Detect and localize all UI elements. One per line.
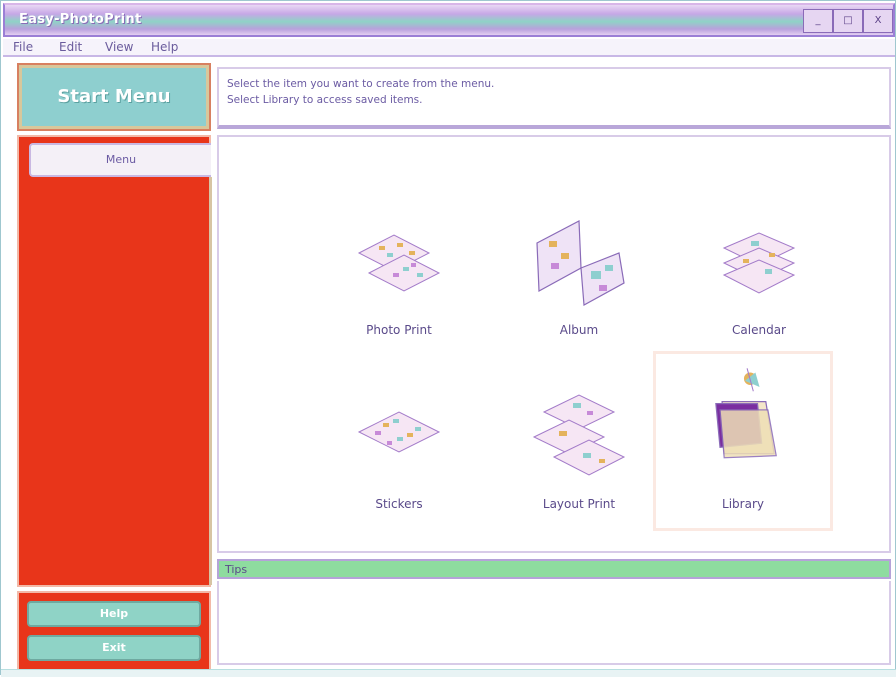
exit-button[interactable]: Exit: [27, 635, 201, 661]
calendar-icon: [722, 232, 796, 294]
title-bar[interactable]: Easy-PhotoPrint _ □ X: [3, 3, 895, 37]
tips-header: Tips: [217, 559, 891, 579]
tab-menu[interactable]: Menu: [29, 143, 211, 177]
close-button[interactable]: X: [863, 9, 893, 33]
minimize-button[interactable]: _: [803, 9, 833, 33]
library-icon: [715, 368, 777, 459]
tile-library[interactable]: Library: [653, 351, 833, 531]
instructions-panel: Select the item you want to create from …: [217, 67, 891, 129]
menu-help[interactable]: Help: [151, 40, 178, 54]
tile-label: Calendar: [732, 323, 786, 337]
tile-layout-print[interactable]: Layout Print: [489, 349, 669, 529]
album-icon: [536, 220, 625, 306]
menu-view[interactable]: View: [105, 40, 133, 54]
tile-label: Photo Print: [366, 323, 432, 337]
layout-print-icon: [532, 394, 626, 476]
tips-label: Tips: [225, 563, 248, 576]
menu-edit[interactable]: Edit: [59, 40, 82, 54]
instruction-line-2: Select Library to access saved items.: [227, 94, 423, 106]
maximize-button[interactable]: □: [833, 9, 863, 33]
help-button[interactable]: Help: [27, 601, 201, 627]
start-menu-logo: Start Menu: [17, 63, 211, 131]
window-bottom-edge: [1, 669, 896, 677]
tile-photo-print[interactable]: Photo Print: [309, 175, 489, 355]
tips-panel: [217, 581, 891, 665]
menu-file[interactable]: File: [13, 40, 33, 54]
tile-label: Layout Print: [542, 497, 616, 511]
tile-label: Stickers: [375, 497, 423, 511]
window-title: Easy-PhotoPrint: [19, 12, 142, 27]
menu-bar: File Edit View Help: [3, 39, 895, 57]
sidebar-actions: Help Exit: [17, 591, 211, 671]
instruction-line-1: Select the item you want to create from …: [227, 78, 495, 90]
tile-album[interactable]: Album: [489, 175, 669, 355]
logo-label: Start Menu: [57, 86, 171, 107]
sidebar-divider: [209, 177, 212, 585]
photo-print-icon: [357, 234, 441, 292]
application-window: Easy-PhotoPrint _ □ X File Edit View Hel…: [0, 0, 896, 677]
tile-label: Library: [722, 497, 764, 511]
tile-calendar[interactable]: Calendar: [669, 175, 849, 355]
menu-grid: Photo Print Album Calendar Stickers Layo…: [217, 135, 891, 553]
stickers-icon: [357, 411, 441, 453]
tile-stickers[interactable]: Stickers: [309, 349, 489, 529]
tile-label: Album: [559, 323, 599, 337]
sidebar: Menu: [17, 135, 212, 587]
